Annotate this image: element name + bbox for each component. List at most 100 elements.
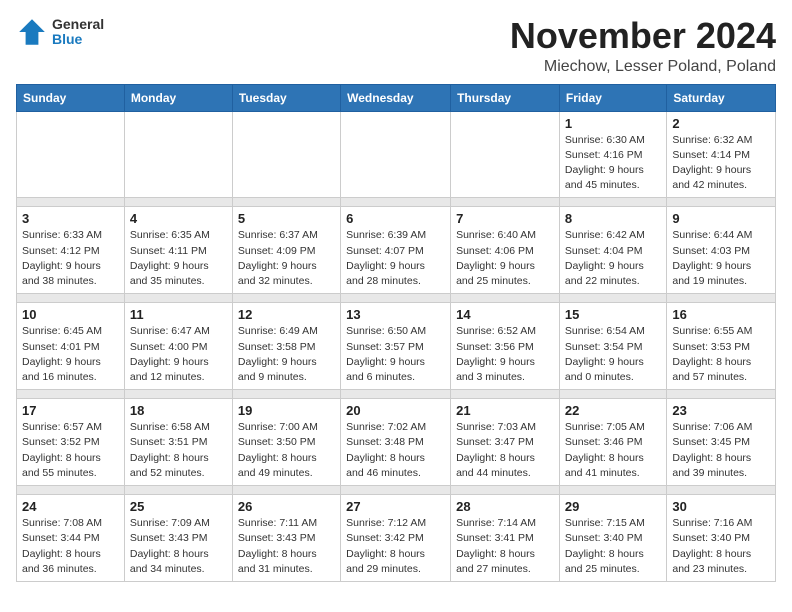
day-number: 11 <box>130 307 227 322</box>
day-number: 29 <box>565 499 661 514</box>
day-info: Sunrise: 7:11 AMSunset: 3:43 PMDaylight:… <box>238 516 335 577</box>
header-cell-thursday: Thursday <box>451 84 560 111</box>
day-cell: 6Sunrise: 6:39 AMSunset: 4:07 PMDaylight… <box>341 207 451 294</box>
spacer-cell <box>17 390 125 399</box>
day-cell: 20 Sunrise: 7:02 AMSunset: 3:48 PMDayligh… <box>341 399 451 486</box>
header-cell-monday: Monday <box>124 84 232 111</box>
logo-icon <box>16 16 48 48</box>
header-cell-sunday: Sunday <box>17 84 125 111</box>
spacer-cell <box>232 486 340 495</box>
spacer-cell <box>559 486 666 495</box>
day-number: 25 <box>130 499 227 514</box>
day-info: Sunrise: 6:57 AMSunset: 3:52 PMDaylight:… <box>22 420 119 481</box>
day-info: Sunrise: 6:32 AMSunset: 4:14 PMDaylight:… <box>672 133 770 194</box>
day-cell: 18 Sunrise: 6:58 AMSunset: 3:51 PMDayligh… <box>124 399 232 486</box>
day-cell: 23Sunrise: 7:06 AMSunset: 3:45 PMDayligh… <box>667 399 776 486</box>
day-number: 27 <box>346 499 445 514</box>
day-cell: 25Sunrise: 7:09 AMSunset: 3:43 PMDayligh… <box>124 495 232 582</box>
day-number: 4 <box>130 211 227 226</box>
day-info: Sunrise: 6:44 AMSunset: 4:03 PMDaylight:… <box>672 228 770 289</box>
day-info: Sunrise: 7:08 AMSunset: 3:44 PMDaylight:… <box>22 516 119 577</box>
day-cell: 27 Sunrise: 7:12 AMSunset: 3:42 PMDayligh… <box>341 495 451 582</box>
day-info: Sunrise: 7:12 AMSunset: 3:42 PMDaylight:… <box>346 516 445 577</box>
day-info: Sunrise: 7:14 AMSunset: 3:41 PMDaylight:… <box>456 516 554 577</box>
header-row: SundayMondayTuesdayWednesdayThursdayFrid… <box>17 84 776 111</box>
spacer-cell <box>17 198 125 207</box>
spacer-cell <box>124 198 232 207</box>
day-number: 20 <box>346 403 445 418</box>
spacer-cell <box>667 294 776 303</box>
day-info: Sunrise: 6:54 AMSunset: 3:54 PMDaylight:… <box>565 324 661 385</box>
spacer-cell <box>341 198 451 207</box>
day-number: 7 <box>456 211 554 226</box>
day-number: 14 <box>456 307 554 322</box>
day-number: 18 <box>130 403 227 418</box>
day-number: 26 <box>238 499 335 514</box>
day-cell: 11Sunrise: 6:47 AMSunset: 4:00 PMDayligh… <box>124 303 232 390</box>
spacer-cell <box>667 198 776 207</box>
day-number: 8 <box>565 211 661 226</box>
spacer-cell <box>341 486 451 495</box>
day-number: 15 <box>565 307 661 322</box>
header-cell-tuesday: Tuesday <box>232 84 340 111</box>
day-cell: 2 Sunrise: 6:32 AMSunset: 4:14 PMDaylight… <box>667 111 776 198</box>
day-info: Sunrise: 6:49 AMSunset: 3:58 PMDaylight:… <box>238 324 335 385</box>
spacer-cell <box>451 294 560 303</box>
day-number: 17 <box>22 403 119 418</box>
day-info: Sunrise: 6:37 AMSunset: 4:09 PMDaylight:… <box>238 228 335 289</box>
day-info: Sunrise: 6:33 AMSunset: 4:12 PMDaylight:… <box>22 228 119 289</box>
day-info: Sunrise: 6:30 AMSunset: 4:16 PMDaylight:… <box>565 133 661 194</box>
day-info: Sunrise: 7:02 AMSunset: 3:48 PMDaylight:… <box>346 420 445 481</box>
day-cell: 3 Sunrise: 6:33 AMSunset: 4:12 PMDaylight… <box>17 207 125 294</box>
day-number: 24 <box>22 499 119 514</box>
day-number: 2 <box>672 116 770 131</box>
day-cell: 24 Sunrise: 7:08 AMSunset: 3:44 PMDayligh… <box>17 495 125 582</box>
day-number: 16 <box>672 307 770 322</box>
day-info: Sunrise: 6:39 AMSunset: 4:07 PMDaylight:… <box>346 228 445 289</box>
day-cell: 12Sunrise: 6:49 AMSunset: 3:58 PMDayligh… <box>232 303 340 390</box>
day-cell: 29Sunrise: 7:15 AMSunset: 3:40 PMDayligh… <box>559 495 666 582</box>
day-number: 23 <box>672 403 770 418</box>
spacer-cell <box>124 390 232 399</box>
day-cell: 15 Sunrise: 6:54 AMSunset: 3:54 PMDayligh… <box>559 303 666 390</box>
day-info: Sunrise: 6:45 AMSunset: 4:01 PMDaylight:… <box>22 324 119 385</box>
spacer-cell <box>341 390 451 399</box>
day-info: Sunrise: 6:35 AMSunset: 4:11 PMDaylight:… <box>130 228 227 289</box>
day-info: Sunrise: 6:55 AMSunset: 3:53 PMDaylight:… <box>672 324 770 385</box>
day-cell: 8Sunrise: 6:42 AMSunset: 4:04 PMDaylight… <box>559 207 666 294</box>
spacer-cell <box>451 486 560 495</box>
day-cell: 26 Sunrise: 7:11 AMSunset: 3:43 PMDayligh… <box>232 495 340 582</box>
spacer-cell <box>559 390 666 399</box>
day-number: 28 <box>456 499 554 514</box>
spacer-cell <box>17 486 125 495</box>
header-cell-wednesday: Wednesday <box>341 84 451 111</box>
day-cell: 9Sunrise: 6:44 AMSunset: 4:03 PMDaylight… <box>667 207 776 294</box>
day-info: Sunrise: 7:03 AMSunset: 3:47 PMDaylight:… <box>456 420 554 481</box>
day-info: Sunrise: 7:05 AMSunset: 3:46 PMDaylight:… <box>565 420 661 481</box>
calendar-subtitle: Miechow, Lesser Poland, Poland <box>510 58 776 76</box>
day-cell: 10Sunrise: 6:45 AMSunset: 4:01 PMDayligh… <box>17 303 125 390</box>
week-row-3: 17 Sunrise: 6:57 AMSunset: 3:52 PMDayligh… <box>17 399 776 486</box>
week-row-4: 24 Sunrise: 7:08 AMSunset: 3:44 PMDayligh… <box>17 495 776 582</box>
day-cell <box>232 111 340 198</box>
day-cell <box>17 111 125 198</box>
day-cell: 17 Sunrise: 6:57 AMSunset: 3:52 PMDayligh… <box>17 399 125 486</box>
day-info: Sunrise: 6:58 AMSunset: 3:51 PMDaylight:… <box>130 420 227 481</box>
week-row-1: 3 Sunrise: 6:33 AMSunset: 4:12 PMDaylight… <box>17 207 776 294</box>
spacer-cell <box>17 294 125 303</box>
week-row-0: 1Sunrise: 6:30 AMSunset: 4:16 PMDaylight… <box>17 111 776 198</box>
day-cell: 16 Sunrise: 6:55 AMSunset: 3:53 PMDayligh… <box>667 303 776 390</box>
day-number: 3 <box>22 211 119 226</box>
spacer-cell <box>559 294 666 303</box>
header-cell-friday: Friday <box>559 84 666 111</box>
calendar-title: November 2024 <box>510 16 776 56</box>
spacer-cell <box>124 486 232 495</box>
logo-general-text: General <box>52 17 104 32</box>
day-cell <box>451 111 560 198</box>
day-number: 5 <box>238 211 335 226</box>
day-number: 30 <box>672 499 770 514</box>
day-cell <box>124 111 232 198</box>
logo-text: General Blue <box>52 17 104 48</box>
week-row-2: 10Sunrise: 6:45 AMSunset: 4:01 PMDayligh… <box>17 303 776 390</box>
logo-blue-text: Blue <box>52 32 104 47</box>
